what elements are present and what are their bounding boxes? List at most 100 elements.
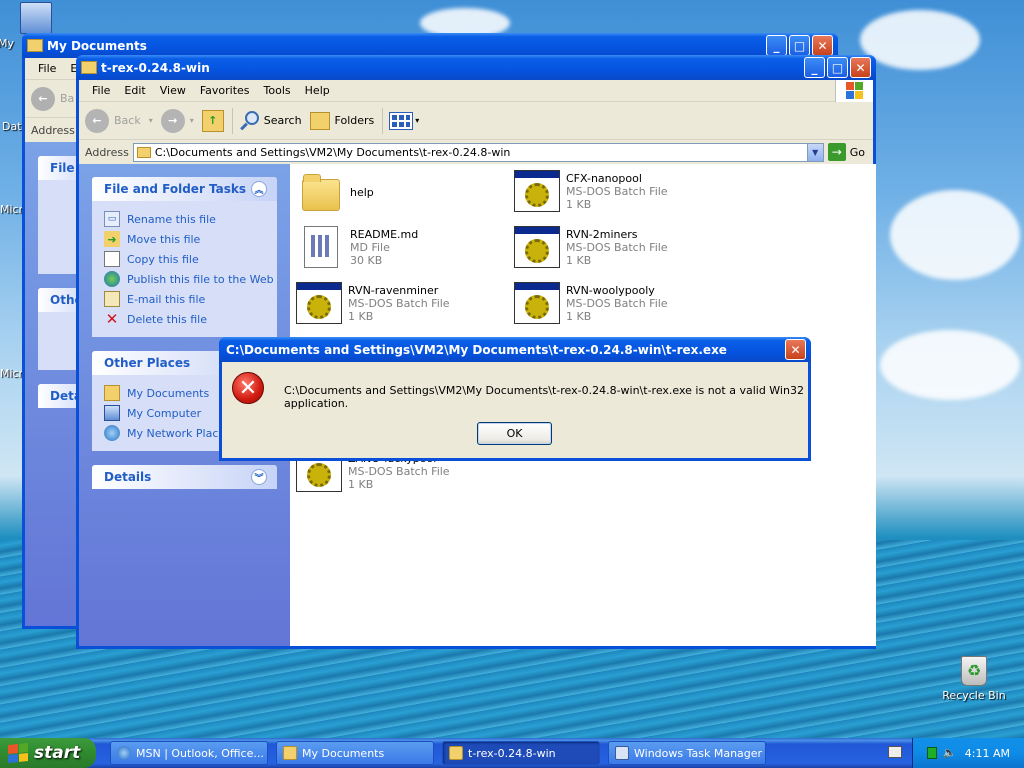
- up-button[interactable]: ↑: [201, 109, 224, 132]
- keyboard-icon[interactable]: [888, 746, 902, 758]
- dropdown-arrow-icon: ▾: [189, 116, 194, 125]
- menu-file[interactable]: File: [85, 84, 117, 97]
- back-label: Back: [114, 114, 141, 127]
- batch-file-icon: [294, 280, 344, 326]
- menu-favorites[interactable]: Favorites: [193, 84, 257, 97]
- dialog-title-bar[interactable]: C:\Documents and Settings\VM2\My Documen…: [219, 337, 811, 362]
- start-button[interactable]: start: [0, 738, 96, 768]
- box-header-label: Details: [104, 470, 152, 484]
- file-type: MS-DOS Batch File: [348, 465, 450, 478]
- windows-flag-icon: [8, 742, 28, 764]
- back-button[interactable]: ← Ba: [31, 86, 74, 111]
- cloud: [890, 190, 1020, 280]
- back-button[interactable]: ← Back ▾: [85, 108, 153, 133]
- task-email[interactable]: E-mail this file: [104, 289, 277, 309]
- title-bar[interactable]: t-rex-0.24.8-win _ □ ✕: [76, 55, 876, 80]
- folders-label: Folders: [334, 114, 375, 127]
- task-move[interactable]: ➜ Move this file: [104, 229, 277, 249]
- task-delete[interactable]: ✕ Delete this file: [104, 309, 277, 329]
- taskbar-item-task-manager[interactable]: Windows Task Manager: [608, 741, 766, 765]
- file-size: 30 KB: [350, 254, 383, 267]
- task-rename[interactable]: ▭ Rename this file: [104, 209, 277, 229]
- dropdown-arrow-icon: ▾: [148, 116, 153, 125]
- email-icon: [104, 291, 120, 307]
- window-title: My Documents: [47, 38, 147, 53]
- collapse-icon[interactable]: ︽: [251, 181, 267, 197]
- close-button[interactable]: ✕: [812, 35, 833, 56]
- file-folder-tasks-box: File and Folder Tasks ︽ ▭ Rename this fil…: [92, 177, 277, 337]
- desktop-icon[interactable]: Micr: [0, 367, 24, 380]
- maximize-button[interactable]: □: [789, 35, 810, 56]
- file-size: 1 KB: [566, 310, 592, 323]
- maximize-button[interactable]: □: [827, 57, 848, 78]
- file-size: 1 KB: [566, 198, 592, 211]
- folder-icon: [296, 172, 346, 218]
- file-item[interactable]: README.md MD File 30 KB: [296, 224, 506, 274]
- taskbar-item-label: My Documents: [302, 746, 385, 760]
- file-item[interactable]: RVN-2miners MS-DOS Batch File 1 KB: [512, 224, 722, 274]
- box-header[interactable]: File and Folder Tasks ︽: [92, 177, 277, 201]
- taskbar-item-label: t-rex-0.24.8-win: [468, 746, 556, 760]
- file-name: CFX-nanopool: [566, 172, 642, 185]
- recycle-bin-icon: ♻: [961, 656, 987, 686]
- close-button[interactable]: ✕: [850, 57, 871, 78]
- cpu-meter-icon[interactable]: [926, 747, 937, 759]
- task-copy[interactable]: Copy this file: [104, 249, 277, 269]
- desktop-icon-label: Recycle Bin: [942, 689, 1006, 702]
- error-icon: ✕: [232, 372, 264, 404]
- network-icon: [104, 425, 120, 441]
- task-publish[interactable]: Publish this file to the Web: [104, 269, 277, 289]
- desktop-icon-recycle-bin[interactable]: ♻ Recycle Bin: [938, 656, 1010, 702]
- menu-file[interactable]: File: [31, 62, 63, 75]
- menu-tools[interactable]: Tools: [257, 84, 298, 97]
- taskbar-item-my-documents[interactable]: My Documents: [276, 741, 434, 765]
- address-input[interactable]: C:\Documents and Settings\VM2\My Documen…: [132, 142, 824, 162]
- clock[interactable]: 4:11 AM: [965, 747, 1010, 760]
- file-type: MD File: [350, 241, 390, 254]
- menu-view[interactable]: View: [153, 84, 193, 97]
- file-type: MS-DOS Batch File: [566, 241, 668, 254]
- error-message: C:\Documents and Settings\VM2\My Documen…: [284, 384, 804, 410]
- document-icon: [296, 224, 346, 270]
- folders-icon: [309, 111, 330, 130]
- forward-button[interactable]: → ▾: [160, 108, 194, 133]
- windows-logo-icon: [835, 79, 873, 102]
- folder-icon: [104, 385, 120, 401]
- address-dropdown-icon[interactable]: ▼: [806, 143, 823, 161]
- batch-file-icon: [512, 280, 562, 326]
- go-button[interactable]: → Go: [827, 143, 865, 161]
- box-header[interactable]: Details ︾: [92, 465, 277, 489]
- menu-edit[interactable]: Edit: [117, 84, 152, 97]
- computer-icon: [20, 2, 52, 34]
- ok-button[interactable]: OK: [477, 422, 552, 445]
- error-dialog[interactable]: C:\Documents and Settings\VM2\My Documen…: [219, 337, 811, 461]
- window-title: t-rex-0.24.8-win: [101, 60, 210, 75]
- file-item[interactable]: RVN-woolypooly MS-DOS Batch File 1 KB: [512, 280, 722, 330]
- taskbar-item-msn[interactable]: MSN | Outlook, Office...: [110, 741, 268, 765]
- file-item[interactable]: help: [296, 172, 506, 222]
- folders-button[interactable]: Folders: [309, 111, 375, 130]
- place-label: My Documents: [127, 386, 210, 400]
- file-item[interactable]: RVN-ravenminer MS-DOS Batch File 1 KB: [294, 280, 504, 330]
- desktop-icon-label: Dat: [2, 120, 22, 133]
- toolbar: ← Back ▾ → ▾ ↑ Search Folders ▾: [79, 102, 873, 140]
- minimize-button[interactable]: _: [766, 35, 787, 56]
- taskbar-item-label: Windows Task Manager: [634, 746, 763, 760]
- taskbar-item-trex[interactable]: t-rex-0.24.8-win: [442, 741, 600, 765]
- desktop-icon[interactable]: Micr: [0, 203, 24, 216]
- file-item[interactable]: CFX-nanopool MS-DOS Batch File 1 KB: [512, 168, 722, 218]
- taskbar: start MSN | Outlook, Office... My Docume…: [0, 738, 1024, 768]
- task-label: Rename this file: [127, 212, 216, 226]
- menu-help[interactable]: Help: [298, 84, 337, 97]
- minimize-button[interactable]: _: [804, 57, 825, 78]
- desktop-icon-label: Micr: [0, 203, 24, 216]
- dialog-close-button[interactable]: ✕: [785, 339, 806, 360]
- task-label: Publish this file to the Web: [127, 272, 274, 286]
- search-button[interactable]: Search: [239, 110, 302, 132]
- sound-icon[interactable]: 🔈: [943, 746, 957, 760]
- search-icon: [239, 110, 261, 132]
- folder-icon: [81, 61, 97, 74]
- views-button[interactable]: ▾: [389, 111, 419, 130]
- expand-icon[interactable]: ︾: [251, 469, 267, 485]
- folder-icon: [136, 146, 151, 158]
